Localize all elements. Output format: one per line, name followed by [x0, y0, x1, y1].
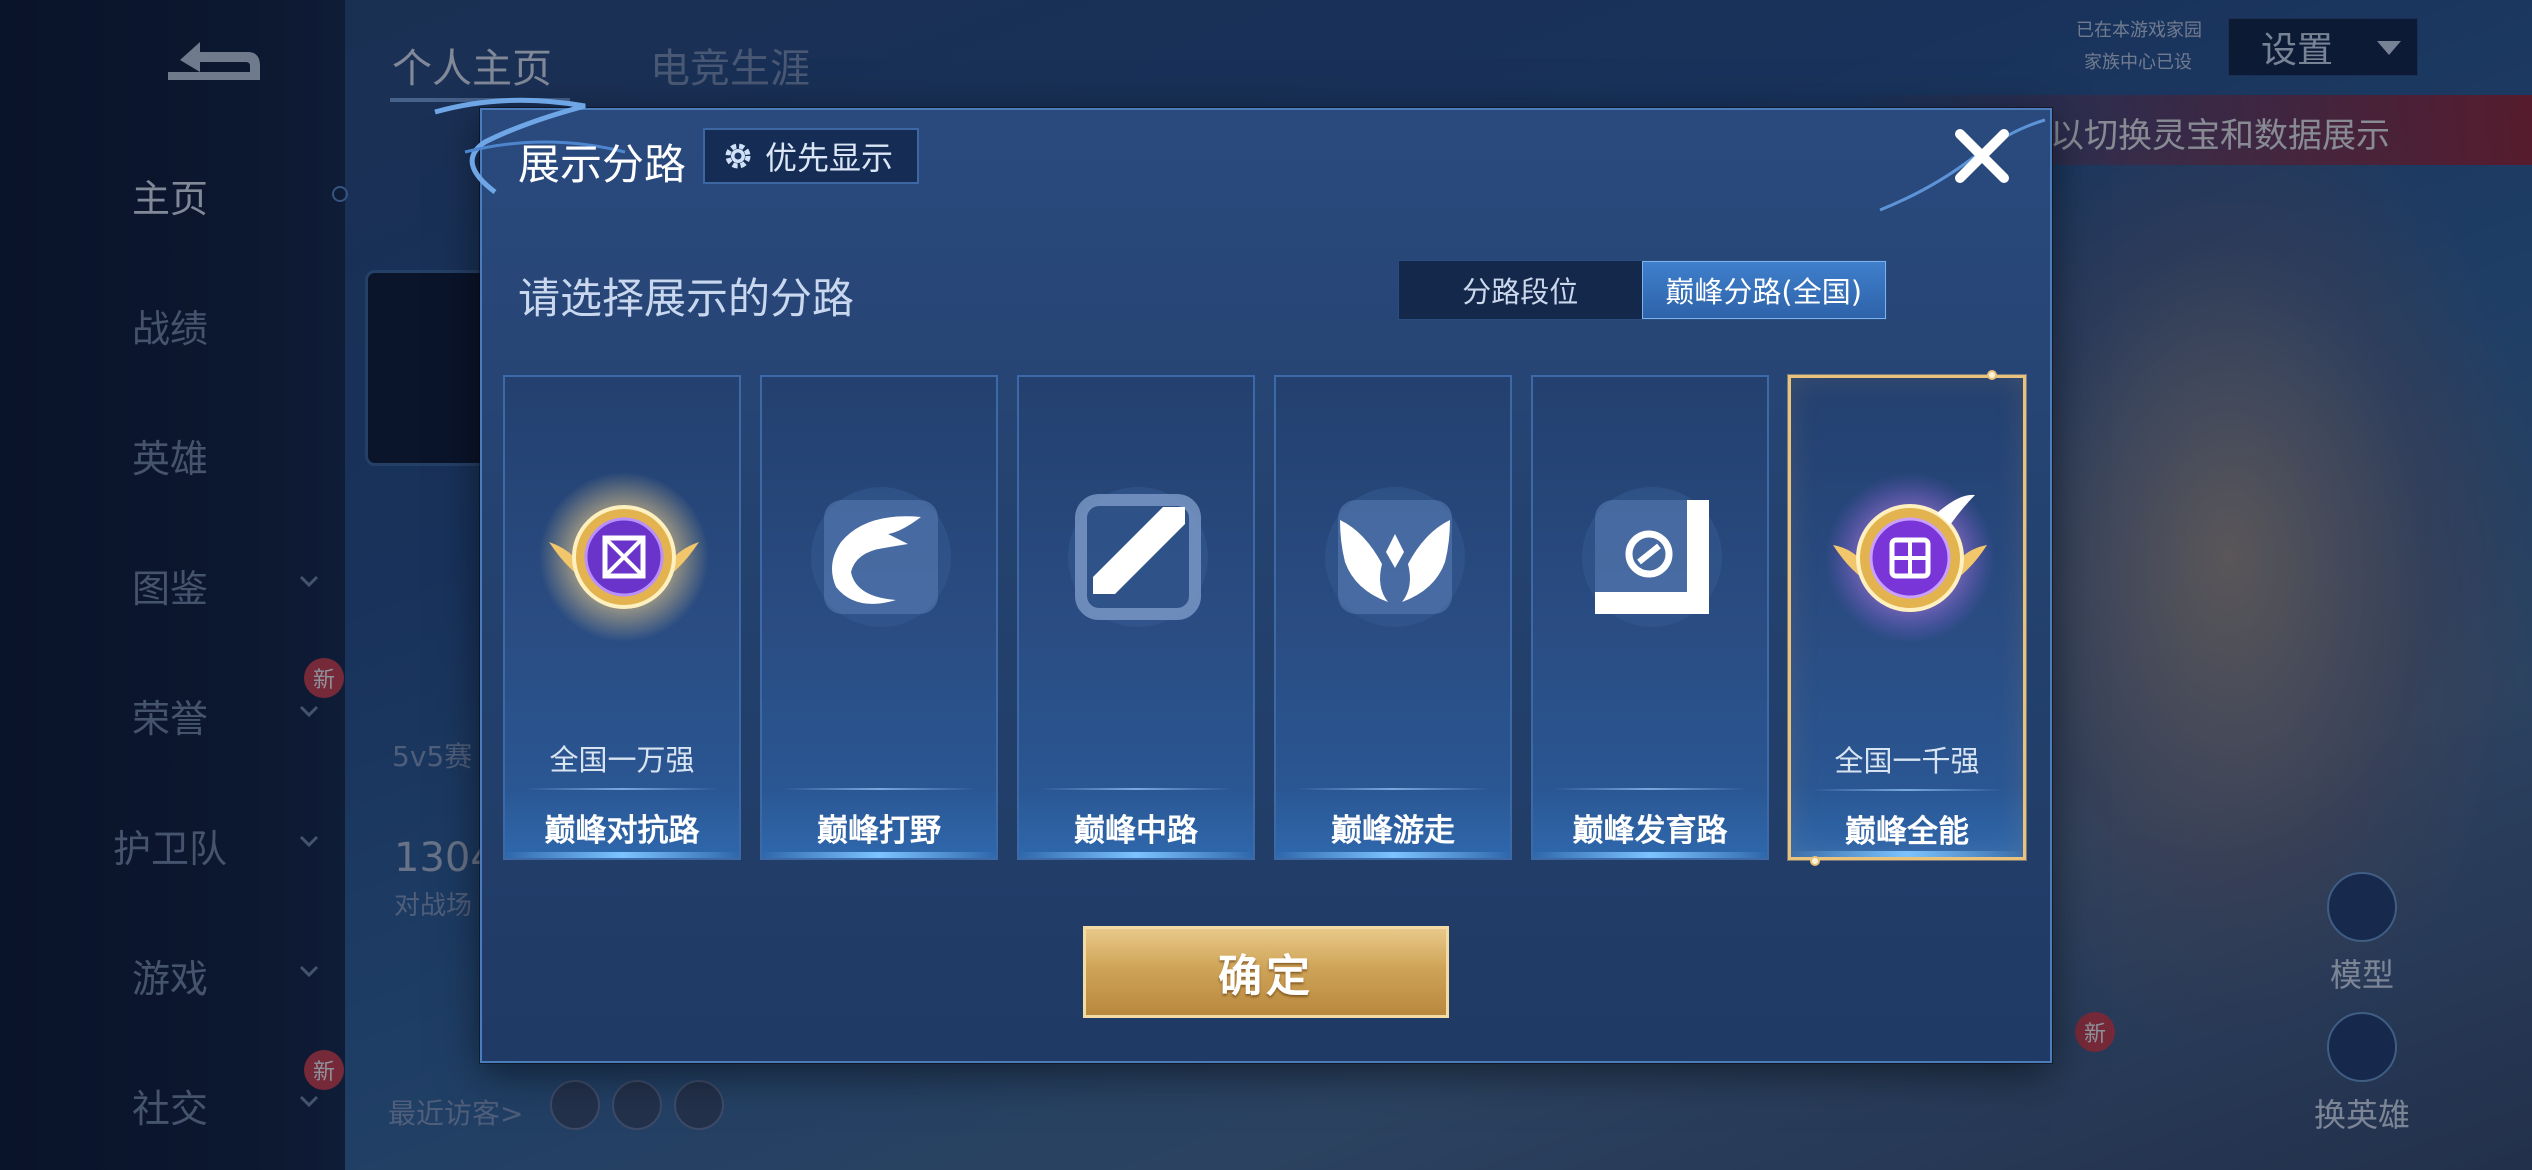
- card-glow: [1019, 852, 1253, 858]
- lane-card-roam[interactable]: 巅峰游走: [1274, 375, 1512, 860]
- lane-card-jungle[interactable]: 巅峰打野: [760, 375, 998, 860]
- card-glow: [505, 852, 739, 858]
- divider: [1811, 789, 2003, 791]
- lane-card-all-round[interactable]: 全国一千强 巅峰全能: [1788, 375, 2026, 860]
- tab-lane-rank[interactable]: 分路段位: [1399, 261, 1642, 319]
- lane-card-clash[interactable]: 全国一万强 巅峰对抗路: [503, 375, 741, 860]
- lane-name: 巅峰打野: [817, 813, 941, 849]
- rank-label: 全国一万强: [549, 743, 695, 777]
- roam-wings-icon: [1325, 487, 1465, 627]
- card-glow: [1791, 851, 2023, 857]
- priority-display-button[interactable]: 优先显示: [703, 128, 919, 184]
- lane-card-mid[interactable]: 巅峰中路: [1017, 375, 1255, 860]
- selection-corner-marker: [1987, 370, 1997, 380]
- mid-lane-icon: [1068, 487, 1208, 627]
- lane-card-farm[interactable]: 巅峰发育路: [1531, 375, 1769, 860]
- divider: [1039, 788, 1233, 790]
- lane-name: 巅峰全能: [1845, 814, 1969, 850]
- priority-display-label: 优先显示: [765, 139, 894, 177]
- dialog-title: 展示分路: [518, 140, 687, 189]
- divider: [1553, 788, 1747, 790]
- gear-icon: [725, 143, 751, 169]
- confirm-button[interactable]: 确定: [1083, 926, 1449, 1018]
- farm-lane-icon: [1582, 487, 1722, 627]
- selection-corner-marker: [1810, 856, 1820, 866]
- select-lane-prompt: 请选择展示的分路: [518, 274, 855, 323]
- lane-name: 巅峰发育路: [1572, 813, 1728, 849]
- close-icon[interactable]: [1948, 122, 2016, 190]
- lane-mode-toggle: 分路段位 巅峰分路(全国): [1398, 260, 1887, 320]
- clash-lane-gold-badge-icon: [539, 472, 709, 642]
- divider: [525, 788, 719, 790]
- lane-name: 巅峰对抗路: [544, 813, 700, 849]
- jungle-dragon-icon: [811, 487, 951, 627]
- divider: [782, 788, 976, 790]
- lane-name: 巅峰游走: [1331, 813, 1455, 849]
- card-glow: [762, 852, 996, 858]
- all-round-gold-badge-icon: [1825, 473, 1995, 643]
- rank-label: 全国一千强: [1834, 744, 1980, 778]
- tab-peak-lane-national[interactable]: 巅峰分路(全国): [1641, 261, 1886, 319]
- card-glow: [1276, 852, 1510, 858]
- card-glow: [1533, 852, 1767, 858]
- divider: [1296, 788, 1490, 790]
- lane-name: 巅峰中路: [1074, 813, 1198, 849]
